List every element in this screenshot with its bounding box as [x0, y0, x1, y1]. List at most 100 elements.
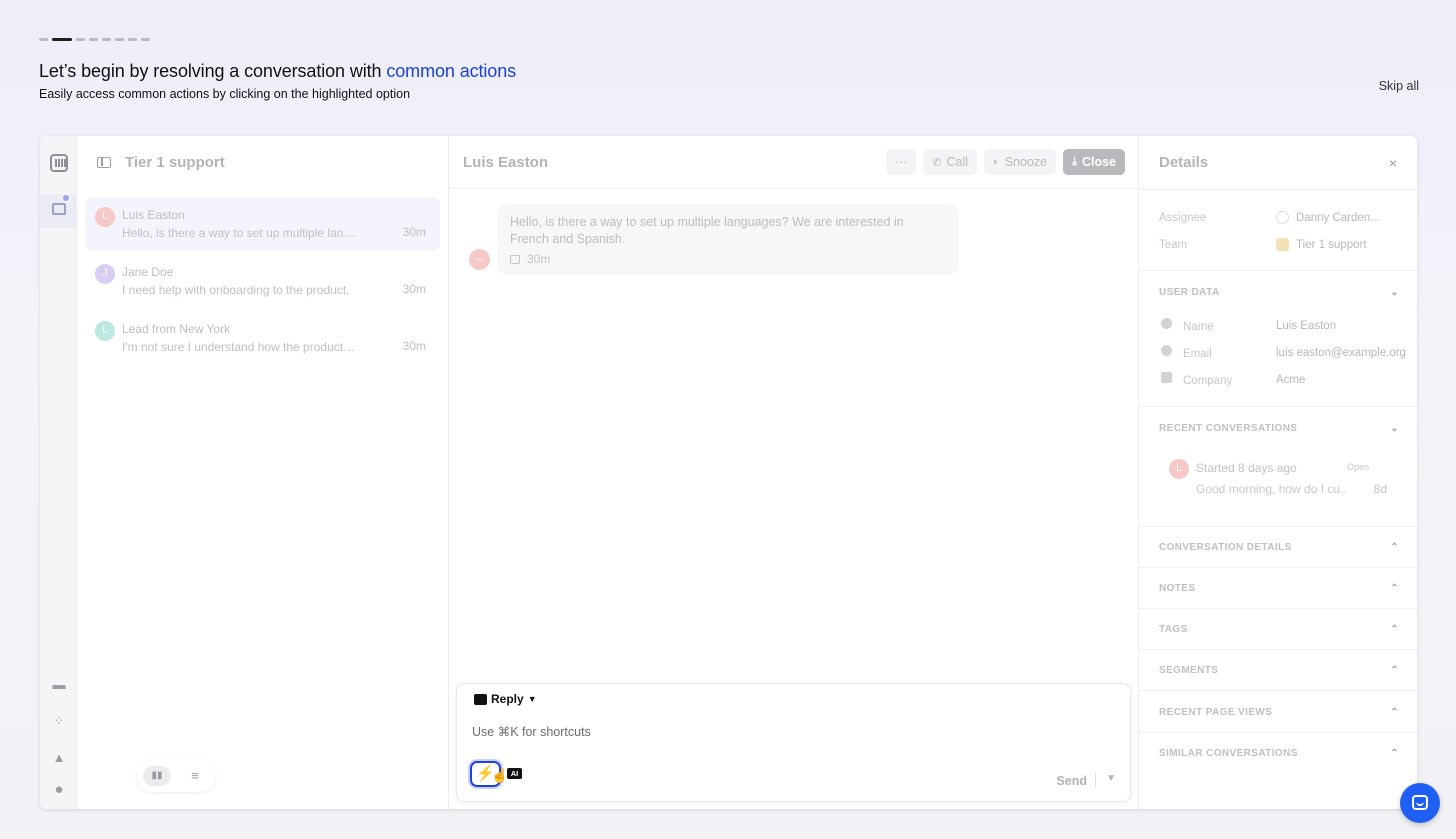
intercom-logo-icon[interactable] — [50, 154, 68, 172]
conversation-title: Luis Easton — [463, 153, 549, 171]
message-meta: 30m — [510, 252, 946, 266]
chevron-down-icon: ⌄ — [1390, 287, 1399, 298]
divider — [1139, 270, 1417, 271]
email-label: Email — [1183, 348, 1212, 360]
conversation-preview: I need help with onboarding to the produ… — [122, 283, 350, 297]
close-conversation-icon: ⤓ — [1072, 155, 1077, 168]
call-label: Call — [946, 155, 969, 169]
assignee-value[interactable]: Danny Carden... — [1276, 211, 1380, 224]
section-segments[interactable]: SEGMENTS ⌃ — [1159, 665, 1399, 676]
person-icon — [1161, 318, 1172, 329]
section-tags[interactable]: TAGS ⌃ — [1159, 624, 1399, 635]
skip-all-button[interactable]: Skip all — [1379, 79, 1419, 93]
ai-badge[interactable]: AI — [507, 768, 522, 779]
academy-icon[interactable]: ▲ — [51, 750, 67, 766]
nav-inbox[interactable] — [40, 194, 77, 228]
progress-step — [115, 38, 124, 41]
conversation-preview: I'm not sure I understand how the produc… — [122, 340, 357, 354]
section-heading: TAGS — [1159, 624, 1188, 635]
close-conversation-button[interactable]: ⤓ Close — [1063, 149, 1125, 175]
list-header: Tier 1 support — [77, 136, 448, 189]
chevron-up-icon: ⌃ — [1390, 624, 1399, 635]
inbox-icon — [52, 203, 66, 215]
section-heading: SEGMENTS — [1159, 665, 1219, 676]
at-icon — [1161, 345, 1172, 356]
chevron-up-icon: ⌃ — [1390, 665, 1399, 676]
divider — [1139, 526, 1417, 527]
tour-subtitle: Easily access common actions by clicking… — [39, 87, 411, 101]
conversation-time: 30m — [402, 339, 426, 353]
send-divider — [1095, 773, 1096, 787]
reply-mode-label: Reply — [491, 692, 524, 706]
message-avatar: – — [469, 249, 490, 270]
user-avatar-icon[interactable]: ● — [51, 782, 67, 798]
pointer-cursor-icon: ☝ — [491, 767, 509, 783]
progress-step — [102, 38, 111, 41]
assignee-label: Assignee — [1159, 212, 1207, 224]
divider — [1139, 690, 1417, 691]
chevron-up-icon: ⌃ — [1390, 707, 1399, 718]
progress-step — [76, 38, 85, 41]
messenger-launcher-button[interactable] — [1400, 783, 1440, 823]
chevron-down-icon: ⌄ — [1390, 423, 1399, 434]
avatar: L — [95, 321, 115, 341]
conversation-time: 30m — [402, 282, 426, 296]
message-channel-icon — [510, 254, 520, 264]
close-icon[interactable]: × — [1389, 155, 1397, 171]
conversation-name: Jane Doe — [122, 265, 174, 279]
composer-input[interactable]: Use ⌘K for shortcuts — [472, 724, 591, 739]
split-view-icon[interactable]: ▮▮ — [143, 766, 171, 786]
tour-title-highlight: common actions — [386, 61, 517, 81]
recent-avatar: L — [1169, 459, 1189, 479]
progress-step — [141, 38, 150, 41]
team-value[interactable]: Tier 1 support — [1276, 238, 1367, 251]
view-toggle: ▮▮ ≡ — [137, 760, 215, 792]
avatar: L — [95, 207, 115, 227]
message-time: 30m — [527, 252, 551, 266]
notification-dot — [61, 193, 71, 203]
send-button[interactable]: Send — [1056, 774, 1087, 788]
company-label: Company — [1183, 375, 1233, 387]
section-conversation-details[interactable]: CONVERSATION DETAILS ⌃ — [1159, 542, 1399, 553]
progress-step-active — [52, 38, 72, 41]
snooze-icon: ◐ — [993, 156, 1000, 168]
chat-icon[interactable]: ▬ — [51, 677, 67, 693]
section-heading: USER DATA — [1159, 287, 1220, 298]
tour-title-text: Let’s begin by resolving a conversation … — [39, 61, 387, 81]
section-similar-conversations[interactable]: SIMILAR CONVERSATIONS ⌃ — [1159, 748, 1399, 759]
tour-title: Let’s begin by resolving a conversation … — [39, 61, 516, 82]
conversation-preview: Hello, is there a way to set up multiple… — [122, 226, 357, 240]
apps-icon[interactable]: ⁘ — [51, 713, 67, 729]
team-icon — [1276, 238, 1289, 251]
section-recent-conversations[interactable]: RECENT CONVERSATIONS ⌄ — [1159, 423, 1399, 434]
section-heading: RECENT CONVERSATIONS — [1159, 423, 1298, 434]
divider — [1139, 732, 1417, 733]
section-recent-page-views[interactable]: RECENT PAGE VIEWS ⌃ — [1159, 707, 1399, 718]
list-view-icon[interactable]: ≡ — [185, 766, 205, 786]
assignee-avatar — [1276, 211, 1289, 224]
reply-mode-dropdown[interactable]: Reply ▼ — [474, 692, 537, 706]
recent-preview: Good morning, how do I cu.. — [1196, 482, 1347, 496]
conversation-list: Tier 1 support L Luis Easton Hello, is t… — [77, 136, 449, 809]
call-button[interactable]: ✆ Call — [923, 149, 978, 175]
recent-title[interactable]: Started 8 days ago — [1196, 461, 1297, 475]
snooze-label: Snooze — [1004, 155, 1048, 169]
conversation-panel: Luis Easton ··· ✆ Call ◐ Snooze ⤓ Close Hel… — [449, 136, 1139, 809]
conversation-time: 30m — [402, 225, 426, 239]
section-heading: RECENT PAGE VIEWS — [1159, 707, 1273, 718]
tour-progress — [39, 38, 150, 41]
company-icon — [1161, 372, 1172, 383]
divider — [1139, 649, 1417, 650]
more-button[interactable]: ··· — [885, 149, 917, 175]
message-bubble: Hello, is there a way to set up multiple… — [497, 204, 959, 275]
snooze-button[interactable]: ◐ Snooze — [984, 149, 1057, 175]
conversation-item[interactable]: L Luis Easton Hello, is there a way to s… — [85, 197, 440, 251]
chevron-up-icon: ⌃ — [1390, 748, 1399, 759]
message-text: Hello, is there a way to set up multiple… — [510, 215, 904, 246]
section-user-data[interactable]: USER DATA ⌄ — [1159, 287, 1399, 298]
section-notes[interactable]: NOTES ⌃ — [1159, 583, 1399, 594]
conversation-item[interactable]: L Lead from New York I'm not sure I unde… — [85, 311, 440, 365]
sidebar-toggle-icon[interactable] — [97, 157, 111, 168]
send-options-chevron-icon[interactable]: ▼ — [1106, 773, 1116, 784]
conversation-item[interactable]: J Jane Doe I need help with onboarding t… — [85, 254, 440, 308]
